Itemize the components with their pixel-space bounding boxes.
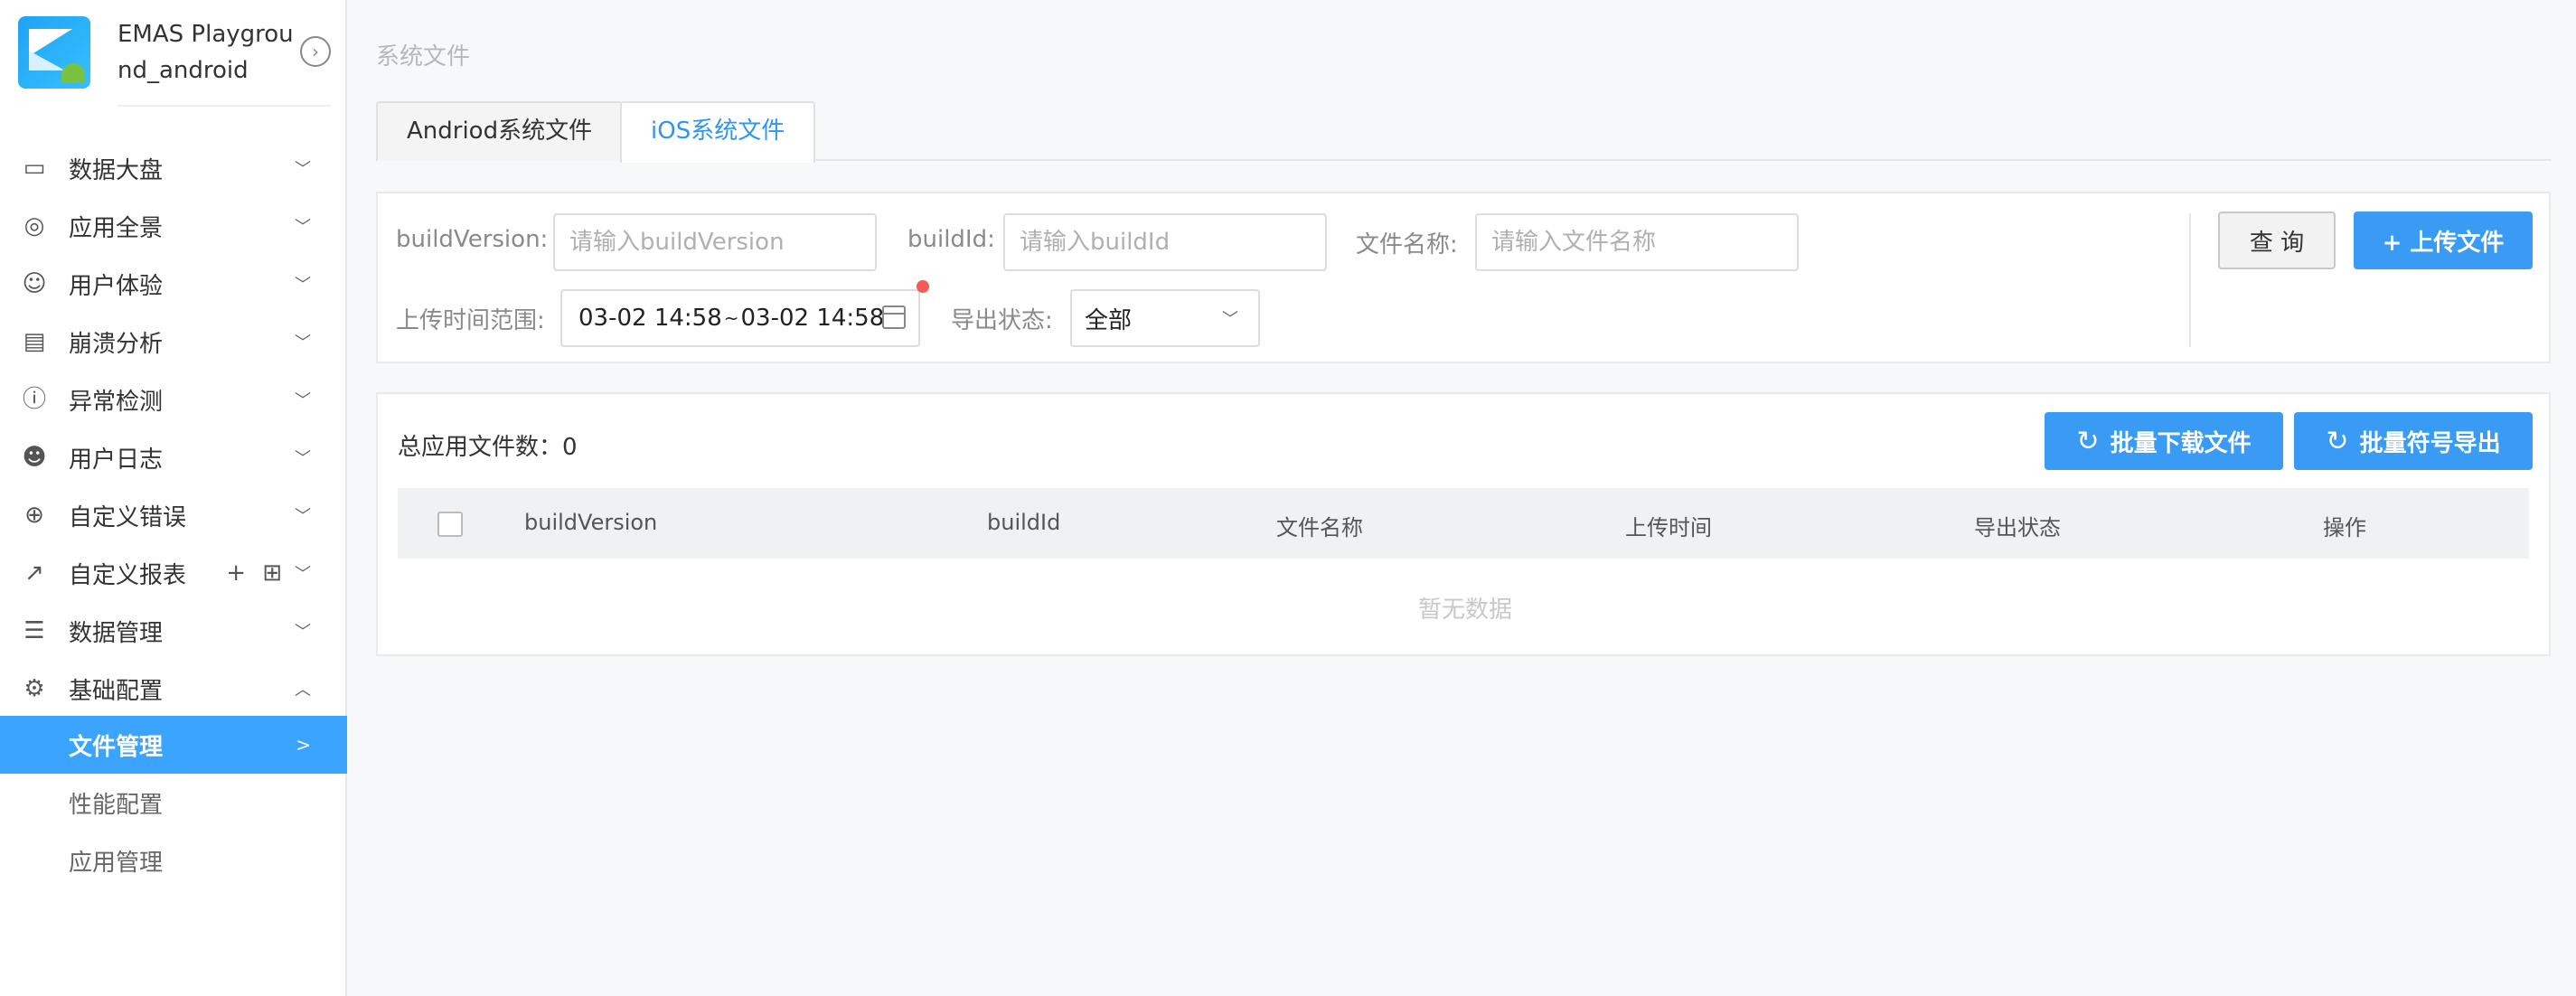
- chevron-down-icon: ﹀: [1222, 310, 1238, 329]
- date-separator: ~: [723, 307, 739, 329]
- app-logo-icon: [18, 16, 90, 89]
- chevron-down-icon: ﹀: [295, 334, 311, 352]
- sidebar-item-crash-analysis[interactable]: ▤ 崩溃分析 ﹀: [0, 313, 347, 371]
- user-log-icon: ☻: [22, 444, 47, 471]
- sidebar-item-dashboard[interactable]: ▭ 数据大盘 ﹀: [0, 139, 347, 197]
- total-files: 总应用文件数：0: [398, 428, 578, 462]
- settings-gear-icon: ⚙: [24, 675, 45, 702]
- plus-icon[interactable]: +: [226, 559, 246, 587]
- sidebar-item-anomaly-detection[interactable]: ⓘ 异常检测 ﹀: [0, 371, 347, 428]
- upload-time-label: 上传时间范围:: [396, 307, 545, 334]
- sidebar-item-custom-reports[interactable]: ↗ 自定义报表 + ⊞ ﹀: [0, 544, 347, 602]
- sidebar-item-basic-config[interactable]: ⚙ 基础配置 ︿: [0, 660, 347, 718]
- export-status-select[interactable]: 全部 ﹀: [1070, 289, 1260, 347]
- chevron-down-icon: ﹀: [295, 623, 311, 642]
- sidebar-subitem-label: 文件管理: [69, 733, 164, 761]
- total-files-count: 0: [562, 434, 578, 461]
- refresh-icon: ↻: [2326, 425, 2349, 457]
- target-icon: ⊕: [24, 502, 44, 529]
- notification-dot: [917, 280, 929, 293]
- batch-export-button[interactable]: ↻ 批量符号导出: [2294, 412, 2533, 470]
- sidebar: EMAS Playground_android › ▭ 数据大盘 ﹀ ◎ 应用全…: [0, 0, 347, 996]
- sidebar-subitem-performance-config[interactable]: 性能配置: [0, 774, 347, 832]
- total-files-label: 总应用文件数：: [398, 434, 563, 461]
- sidebar-item-label: 应用全景: [69, 214, 164, 242]
- app-header: EMAS Playground_android ›: [0, 0, 347, 107]
- column-build-version: buildVersion: [524, 510, 658, 535]
- file-name-label: 文件名称:: [1356, 231, 1458, 258]
- breadcrumb: 系统文件: [376, 43, 471, 70]
- chevron-down-icon: ﹀: [295, 565, 311, 584]
- globe-icon: ◎: [24, 212, 45, 240]
- chevron-down-icon: ﹀: [295, 276, 311, 295]
- query-button[interactable]: 查 询: [2218, 211, 2336, 269]
- build-id-input[interactable]: [1003, 213, 1327, 271]
- sidebar-item-app-overview[interactable]: ◎ 应用全景 ﹀: [0, 197, 347, 255]
- calendar-icon: [882, 305, 906, 329]
- dashboard-icon: ▭: [23, 155, 46, 182]
- upload-file-button[interactable]: + 上传文件: [2354, 211, 2533, 269]
- chevron-down-icon: ﹀: [295, 160, 311, 179]
- build-version-input[interactable]: [553, 213, 877, 271]
- sidebar-item-label: 异常检测: [69, 388, 164, 416]
- sidebar-subitem-file-management[interactable]: 文件管理 >: [0, 716, 347, 774]
- batch-download-label: 批量下载文件: [2110, 429, 2252, 457]
- build-version-label: buildVersion:: [396, 226, 549, 253]
- sidebar-item-label: 自定义错误: [69, 503, 187, 531]
- refresh-icon: ↻: [2076, 425, 2100, 457]
- chevron-down-icon: ﹀: [295, 218, 311, 237]
- table-header: buildVersion buildId 文件名称 上传时间 导出状态 操作: [398, 488, 2529, 559]
- date-start: 03-02 14:58: [578, 305, 722, 332]
- database-icon: ☰: [24, 617, 45, 644]
- column-file-name: 文件名称: [1276, 515, 1363, 540]
- sidebar-item-data-management[interactable]: ☰ 数据管理 ﹀: [0, 602, 347, 660]
- sidebar-item-label: 数据大盘: [69, 156, 164, 184]
- add-folder-icon[interactable]: ⊞: [262, 559, 282, 587]
- sidebar-item-user-experience[interactable]: ☺ 用户体验 ﹀: [0, 255, 347, 313]
- chevron-down-icon: ﹀: [295, 507, 311, 526]
- tab-android-system-files[interactable]: Andriod系统文件: [376, 101, 624, 161]
- column-export-status: 导出状态: [1974, 515, 2061, 540]
- sidebar-subitem-label: 性能配置: [69, 791, 164, 819]
- chevron-down-icon: ﹀: [295, 391, 311, 410]
- sidebar-item-label: 崩溃分析: [69, 330, 164, 358]
- sidebar-subitem-label: 应用管理: [69, 849, 164, 877]
- sidebar-subitem-app-management[interactable]: 应用管理: [0, 832, 347, 889]
- chevron-right-icon: >: [296, 734, 311, 756]
- divider: [118, 105, 331, 107]
- column-build-id: buildId: [987, 510, 1061, 535]
- sidebar-item-label: 用户体验: [69, 272, 164, 300]
- file-name-input[interactable]: [1475, 213, 1799, 271]
- batch-export-label: 批量符号导出: [2359, 429, 2501, 457]
- filter-panel: buildVersion: buildId: 文件名称: 上传时间范围: 03-…: [376, 192, 2551, 363]
- sidebar-item-user-logs[interactable]: ☻ 用户日志 ﹀: [0, 428, 347, 486]
- app-name: EMAS Playground_android: [118, 21, 294, 84]
- column-actions: 操作: [2323, 515, 2366, 540]
- build-id-label: buildId:: [907, 226, 995, 253]
- export-status-label: 导出状态:: [951, 307, 1053, 334]
- sidebar-item-label: 用户日志: [69, 446, 164, 474]
- sidebar-item-label: 自定义报表: [69, 561, 187, 589]
- sidebar-item-label: 数据管理: [69, 619, 164, 647]
- tab-ios-system-files[interactable]: iOS系统文件: [620, 101, 816, 163]
- chevron-up-icon: ︿: [295, 681, 311, 700]
- tab-bar: Andriod系统文件 iOS系统文件: [376, 101, 2551, 163]
- chevron-right-circle-icon[interactable]: ›: [300, 36, 331, 67]
- divider: [2189, 213, 2191, 347]
- export-status-value: 全部: [1085, 306, 1133, 334]
- sidebar-item-label: 基础配置: [69, 677, 164, 705]
- chevron-down-icon: ﹀: [295, 449, 311, 468]
- user-icon: ☺: [22, 270, 47, 297]
- file-list-panel: 总应用文件数：0 ↻ 批量下载文件 ↻ 批量符号导出 buildVersion …: [376, 392, 2551, 656]
- date-end: 03-02 14:58: [740, 305, 885, 332]
- alert-circle-icon: ⓘ: [22, 386, 46, 413]
- column-upload-time: 上传时间: [1625, 515, 1712, 540]
- sidebar-item-custom-errors[interactable]: ⊕ 自定义错误 ﹀: [0, 486, 347, 544]
- empty-state-text: 暂无数据: [1417, 597, 1512, 624]
- line-chart-icon: ↗: [24, 559, 44, 587]
- select-all-checkbox[interactable]: [437, 512, 463, 537]
- crash-report-icon: ▤: [23, 328, 46, 355]
- upload-time-range-picker[interactable]: 03-02 14:58 ~ 03-02 14:58: [560, 289, 920, 347]
- batch-download-button[interactable]: ↻ 批量下载文件: [2045, 412, 2283, 470]
